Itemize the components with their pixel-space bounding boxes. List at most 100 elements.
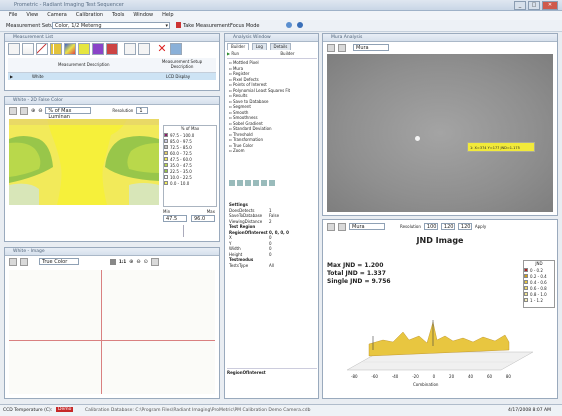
tree-item-label: Mottled Pixel	[232, 60, 259, 65]
grid-icon[interactable]	[327, 43, 335, 52]
tool-icon[interactable]	[269, 180, 275, 186]
menu-help[interactable]: Help	[162, 11, 173, 20]
surface-plot-icon[interactable]	[92, 43, 104, 55]
legend-label: 0.8 - 1.0	[530, 291, 547, 297]
falsecolor-image[interactable]	[9, 119, 159, 205]
resolution-label: Resolution	[112, 108, 134, 113]
tool-icon[interactable]	[261, 180, 267, 186]
value-input-2[interactable]: 120	[457, 223, 472, 230]
window-controls: _ □ ✕	[514, 1, 558, 10]
help-icon[interactable]	[297, 22, 303, 28]
legend-label: 35.0 - 47.5	[170, 162, 192, 168]
zoom-out-icon[interactable]: ⊖	[38, 108, 42, 114]
table-row[interactable]: ▶ White LCD Display	[8, 73, 216, 80]
menu-tools[interactable]: Tools	[112, 11, 124, 20]
legend-swatch	[164, 133, 168, 137]
calibration-database: Calibration Database: C:\Program Files\R…	[85, 408, 311, 413]
tree-item-label: Register	[232, 71, 250, 76]
close-window-button[interactable]: ✕	[542, 1, 558, 10]
x-axis-label: Combination	[413, 382, 439, 387]
menu-camera[interactable]: Camera	[47, 11, 67, 20]
legend-swatch	[524, 280, 528, 284]
resolution-input[interactable]: 100	[423, 223, 438, 230]
slider-track[interactable]	[183, 225, 184, 237]
export-icon[interactable]	[150, 257, 159, 266]
tab-log[interactable]: Log	[251, 43, 267, 50]
min-input[interactable]: 47.5	[163, 215, 187, 222]
focus-mode-button[interactable]: Focus Mode	[230, 23, 260, 29]
tab-builder[interactable]: Builder	[227, 43, 250, 50]
scale-button[interactable]: 1:1	[119, 259, 126, 264]
falsecolor-icon[interactable]	[64, 43, 76, 55]
zoom-in-icon[interactable]: ⊕	[129, 259, 133, 265]
layers-icon[interactable]	[20, 257, 28, 266]
jnd-surface	[368, 321, 510, 357]
resolution-label: Resolution	[400, 224, 421, 229]
builder-button[interactable]: Builder	[280, 51, 294, 56]
mura-image[interactable]: 1: X=374 Y=177 JND=1.175	[327, 54, 553, 212]
new-measurement-icon[interactable]	[8, 43, 20, 55]
menu-window[interactable]: Window	[133, 11, 153, 20]
legend-label: 0.0 - 10.0	[170, 180, 190, 186]
layers-icon[interactable]	[338, 43, 346, 52]
grid-icon[interactable]	[9, 106, 17, 115]
analysis-tabs: Builder Log Details	[227, 43, 292, 50]
table-icon[interactable]	[22, 43, 34, 55]
truecolor-toolbar: True Color 1:1 ⊕ ⊖ ⊙	[9, 257, 217, 266]
col-measurement-setup[interactable]: Measurement Setup Description	[158, 59, 206, 69]
maximize-button[interactable]: □	[528, 1, 540, 10]
menu-calibration[interactable]: Calibration	[76, 11, 103, 20]
bar-chart-icon[interactable]	[50, 43, 62, 55]
grid-icon[interactable]	[9, 257, 17, 266]
legend-swatch	[164, 145, 168, 149]
run-button[interactable]: Run	[231, 51, 239, 56]
property-value: 2	[269, 218, 272, 224]
take-measurement-button[interactable]: Take Measurement	[183, 23, 230, 29]
grid-icon[interactable]	[327, 222, 335, 231]
measurement-setup-select[interactable]: Color, 1/2 Meterng ▾	[52, 22, 170, 29]
mura-mode-select[interactable]: Mura	[353, 44, 389, 51]
resolution-input[interactable]: 1	[136, 107, 149, 114]
menu-file[interactable]: File	[9, 11, 17, 20]
x-tick-label: 80	[505, 374, 511, 379]
zoom-in-icon[interactable]: ⊕	[31, 108, 35, 114]
fit-icon[interactable]	[110, 258, 116, 265]
tool-icon[interactable]	[229, 180, 235, 186]
layers-icon[interactable]	[20, 106, 28, 115]
row-selector-icon: ▶	[10, 74, 14, 79]
tool-icon[interactable]	[245, 180, 251, 186]
row-setup: LCD Display	[166, 74, 191, 79]
tab-details[interactable]: Details	[269, 43, 292, 50]
property-row[interactable]: TestsType All	[229, 263, 315, 269]
chevron-down-icon: ▾	[165, 23, 168, 29]
main-toolbar: Measurement Setup Color, 1/2 Meterng ▾ T…	[0, 20, 562, 32]
delete-icon[interactable]: ✕	[156, 43, 168, 55]
document-icon[interactable]	[124, 43, 136, 55]
tree-item[interactable]: ▫ Zoom	[229, 148, 315, 154]
color-mode-select[interactable]: True Color	[39, 258, 79, 265]
tree-item-label: Transformation	[232, 137, 263, 142]
rgb-icon[interactable]	[106, 43, 118, 55]
truecolor-image[interactable]	[9, 270, 215, 394]
line-chart-icon[interactable]	[36, 43, 48, 55]
col-measurement-description[interactable]: Measurement Description	[58, 62, 110, 67]
jnd-mode-select[interactable]: Mura	[349, 223, 385, 230]
save-icon[interactable]	[170, 43, 182, 55]
value-input-1[interactable]: 120	[440, 223, 455, 230]
menu-view[interactable]: View	[26, 11, 38, 20]
status-datetime: 4/17/2008 8:07 AM	[508, 408, 552, 413]
max-input[interactable]: 96.0	[191, 215, 215, 222]
minimize-button[interactable]: _	[514, 1, 526, 10]
report-icon[interactable]	[138, 43, 150, 55]
scale-select[interactable]: % of Max Luminan	[45, 107, 92, 120]
zoom-out-icon[interactable]: ⊖	[136, 259, 140, 265]
zoom-fit-icon[interactable]: ⊙	[144, 259, 148, 265]
x-tick-label: 60	[486, 374, 493, 379]
layers-icon[interactable]	[338, 222, 346, 231]
tool-icon[interactable]	[237, 180, 243, 186]
run-icon[interactable]: ▶	[227, 51, 230, 56]
tool-icon[interactable]	[253, 180, 259, 186]
settings-icon[interactable]	[286, 22, 292, 28]
apply-button[interactable]: Apply	[475, 224, 486, 229]
image-icon[interactable]	[78, 43, 90, 55]
